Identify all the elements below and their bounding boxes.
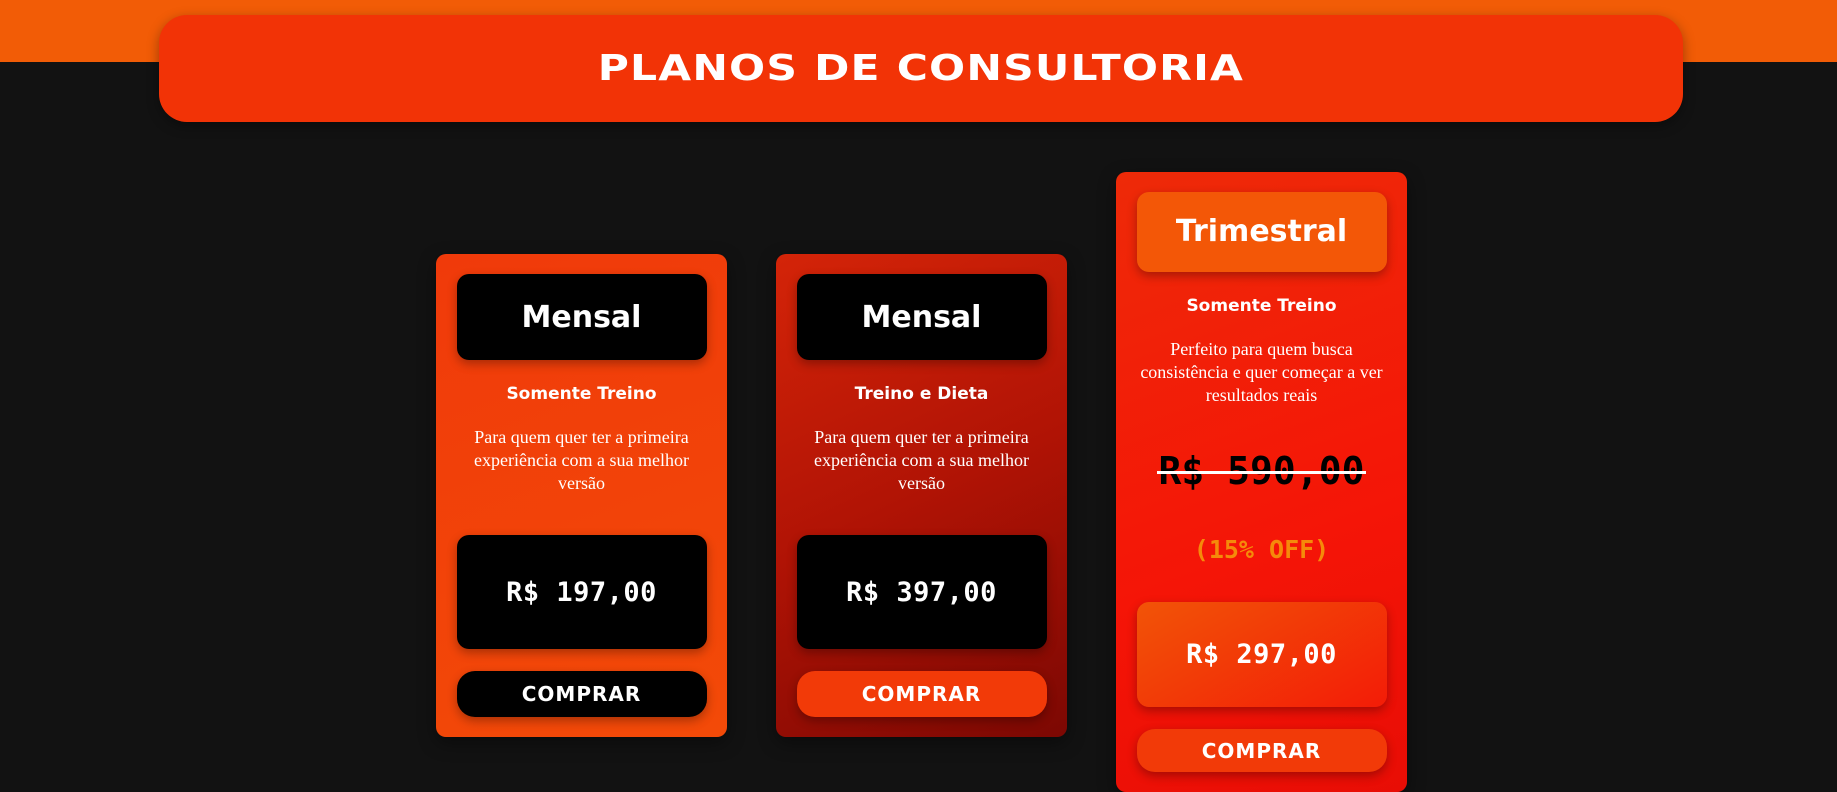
plan-name: Trimestral <box>1175 214 1348 250</box>
price-box: R$ 297,00 <box>1136 601 1387 708</box>
buy-button-label: COMPRAR <box>521 682 642 706</box>
buy-button-label: COMPRAR <box>861 682 982 706</box>
plan-type: Somente Treino <box>1186 295 1337 316</box>
plan-type: Treino e Dieta <box>854 384 989 404</box>
plan-description: Para quem quer ter a primeira experiênci… <box>814 427 1029 493</box>
plan-name: Mensal <box>861 299 982 335</box>
strikethrough-line <box>1156 470 1367 474</box>
buy-button-label: COMPRAR <box>1201 738 1322 763</box>
plan-name-box: Mensal <box>796 274 1047 360</box>
plan-description: Para quem quer ter a primeira experiênci… <box>474 427 689 493</box>
plan-card-mensal-treino-dieta: Mensal Treino e Dieta Para quem quer ter… <box>776 254 1067 737</box>
discount-label: (15% OFF) <box>1193 534 1330 564</box>
buy-button[interactable]: COMPRAR <box>1136 729 1387 772</box>
buy-button[interactable]: COMPRAR <box>456 671 707 717</box>
plan-type: Somente Treino <box>506 384 657 404</box>
price: R$ 397,00 <box>846 576 997 608</box>
price-box: R$ 397,00 <box>796 535 1047 649</box>
old-price: R$ 590,00 <box>1156 449 1367 493</box>
price-box: R$ 197,00 <box>456 535 707 649</box>
plan-name: Mensal <box>521 299 642 335</box>
buy-button[interactable]: COMPRAR <box>796 671 1047 717</box>
header-bar: PLANOS DE CONSULTORIA <box>159 15 1683 122</box>
plan-name-box: Mensal <box>456 274 707 360</box>
plan-card-mensal-treino: Mensal Somente Treino Para quem quer ter… <box>436 254 727 737</box>
price: R$ 297,00 <box>1186 638 1337 670</box>
plan-card-trimestral: Trimestral Somente Treino Perfeito para … <box>1116 172 1407 792</box>
plan-description: Perfeito para quem busca consistência e … <box>1140 338 1383 405</box>
page-title: PLANOS DE CONSULTORIA <box>597 48 1245 89</box>
plan-name-box: Trimestral <box>1136 192 1387 272</box>
price: R$ 197,00 <box>506 576 657 608</box>
